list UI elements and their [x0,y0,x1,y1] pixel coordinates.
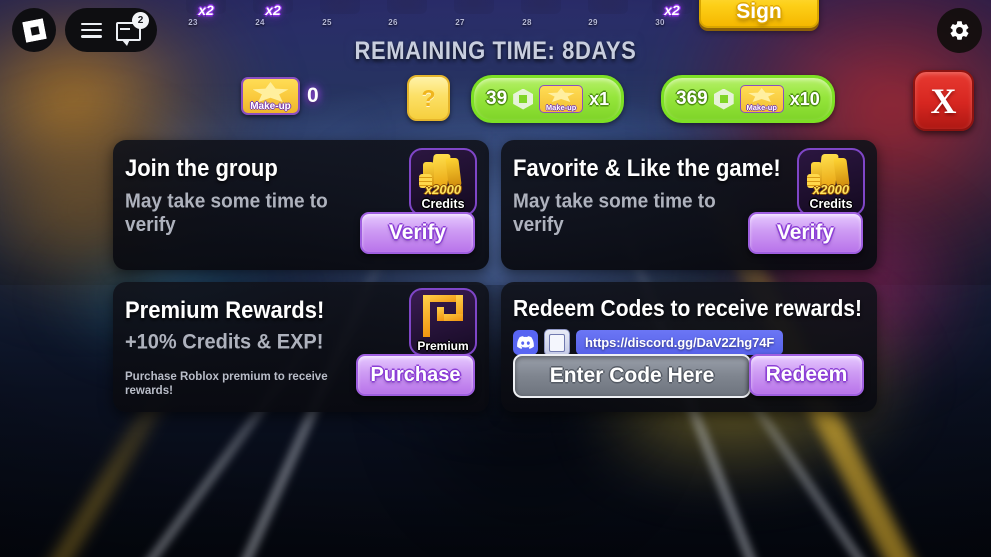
makeup-item-icon: Make-up [539,85,584,113]
hamburger-menu-icon[interactable] [81,22,102,38]
copy-icon[interactable] [544,329,570,356]
question-mark-icon: ? [421,84,436,111]
verify-join-group-button[interactable]: Verify [360,212,475,254]
roblox-logo-icon [22,18,47,43]
track-multiplier-badge: x2 [198,2,214,18]
card-title: Premium Rewards! [125,296,325,324]
track-node[interactable] [588,0,628,14]
track-day-label: 30 [655,18,665,27]
buy-makeup-x10-button[interactable]: 369 Make-up x10 [661,75,835,123]
track-node[interactable] [320,0,360,14]
help-button[interactable]: ? [407,75,450,121]
star-icon [252,82,289,102]
chat-button[interactable]: 2 [116,12,149,46]
redeem-button[interactable]: Redeem [749,354,864,396]
offer-price: 39 [486,88,508,109]
roblox-menu-pill: 2 [65,8,157,52]
currency-display: Make-up 0 [241,77,319,115]
premium-rewards-card: Premium Rewards! +10% Credits & EXP! Pur… [113,282,489,412]
makeup-currency-amount: 0 [307,84,319,107]
track-node[interactable] [454,0,494,14]
rewards-card-grid: Join the group May take some time to ver… [113,140,878,424]
join-group-card: Join the group May take some time to ver… [113,140,489,270]
roblox-home-button[interactable] [12,8,56,52]
makeup-currency-icon: Make-up [241,77,300,115]
card-row-bottom: Premium Rewards! +10% Credits & EXP! Pur… [113,282,878,412]
track-day-label: 26 [388,18,398,27]
credits-reward-badge: x2000 Credits [409,148,477,216]
reward-amount: x2000 [812,182,850,197]
track-node[interactable] [387,0,427,14]
track-node[interactable] [521,0,561,14]
close-icon: X [930,80,957,121]
card-note: Purchase Roblox premium to receive rewar… [125,371,328,398]
code-input[interactable]: Enter Code Here [513,354,751,398]
credits-reward-badge: x2000 Credits [797,148,865,216]
star-icon [748,88,776,102]
card-title: Redeem Codes to receive rewards! [513,296,862,322]
card-subtitle: +10% Credits & EXP! [125,330,324,354]
track-day-label: 24 [255,18,265,27]
track-multiplier-badge: x2 [664,2,680,18]
discord-link-row[interactable]: https://discord.gg/DaV2Zhg74F [513,329,784,356]
settings-button[interactable] [937,8,982,53]
makeup-item-icon: Make-up [739,85,784,113]
reward-name: Credits [421,197,465,211]
star-icon [547,88,575,102]
chat-badge-count: 2 [132,12,149,29]
redeem-codes-card: Redeem Codes to receive rewards! https:/… [501,282,877,412]
chat-bubble-line [120,28,130,30]
offer-price: 369 [676,88,708,109]
sign-button[interactable]: Sign [699,0,819,28]
track-day-label: 25 [322,18,332,27]
game-ui-root: 23 24 25 26 27 28 29 30 x2 x2 x2 Sign 2 [0,0,991,557]
card-subtitle: May take some time to verify [513,190,716,237]
offer-quantity: x1 [589,88,610,109]
card-title: Join the group [125,154,278,182]
discord-invite-link[interactable]: https://discord.gg/DaV2Zhg74F [576,330,784,355]
premium-badge: Premium [409,288,477,356]
card-subtitle: May take some time to verify [125,190,328,237]
card-row-top: Join the group May take some time to ver… [113,140,878,270]
offer-quantity: x10 [789,88,820,109]
purchase-premium-button[interactable]: Purchase [356,354,475,396]
track-day-label: 27 [455,18,465,27]
currency-shop-row: Make-up 0 ? 39 Make-up x1 369 Make-up x1… [0,75,991,123]
verify-favorite-like-button[interactable]: Verify [748,212,863,254]
roblox-top-bar: 2 [12,8,157,52]
robux-icon [513,88,534,110]
makeup-currency-label: Make-up [250,101,291,112]
track-day-label: 29 [588,18,598,27]
premium-badge-label: Premium [417,339,469,353]
reward-amount: x2000 [424,182,462,197]
card-title: Favorite & Like the game! [513,154,781,182]
makeup-item-label: Make-up [746,103,777,112]
track-day-label: 23 [188,18,198,27]
discord-icon [513,330,538,355]
close-button[interactable]: X [913,70,974,131]
buy-makeup-x1-button[interactable]: 39 Make-up x1 [471,75,625,123]
robux-icon [713,88,734,110]
track-multiplier-badge: x2 [265,2,281,18]
favorite-like-card: Favorite & Like the game! May take some … [501,140,877,270]
gear-icon [950,21,969,40]
makeup-item-label: Make-up [545,103,577,112]
track-day-label: 28 [522,18,532,27]
roblox-premium-icon [423,295,463,337]
reward-name: Credits [809,197,853,211]
